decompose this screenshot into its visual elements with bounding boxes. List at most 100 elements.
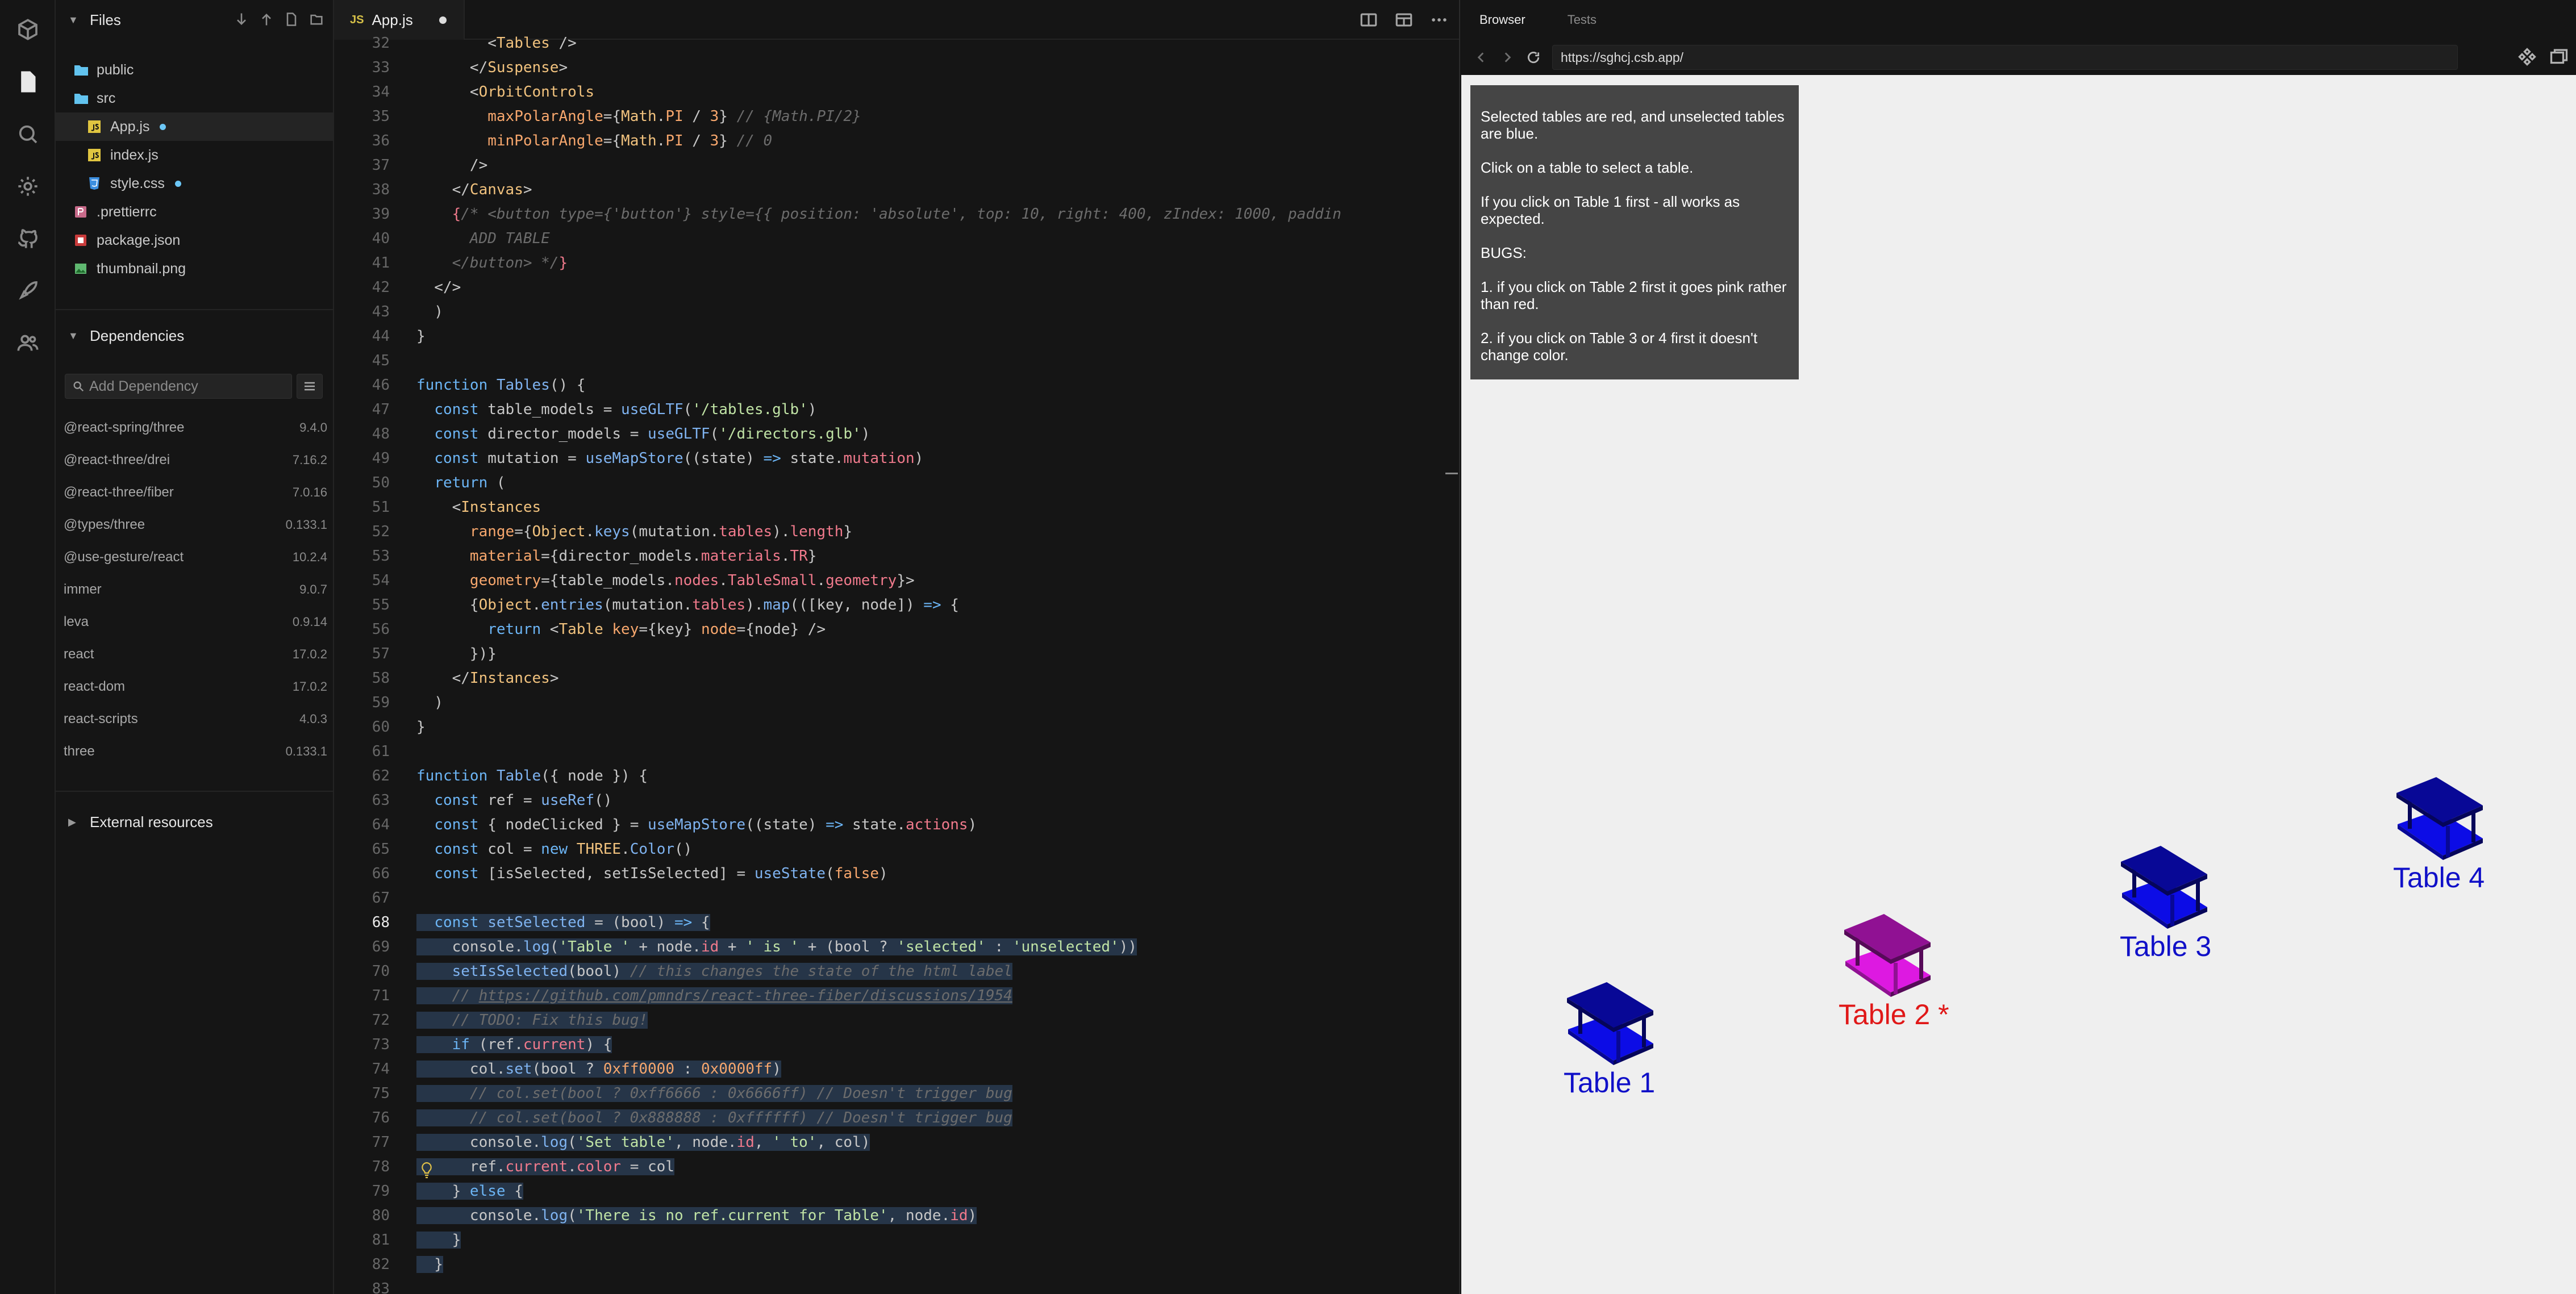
rocket-icon[interactable]: [14, 277, 41, 304]
code-line: 39 {/* <button type={'button'} style={{ …: [372, 206, 1341, 223]
external-resources-section-header[interactable]: ▶ External resources: [56, 803, 334, 841]
current-line-number: 68: [372, 914, 390, 931]
code-area[interactable]: 32 <Tables /> 33 </Suspense> 34 <OrbitCo…: [334, 35, 1459, 1294]
code-line: 45: [372, 352, 390, 369]
divider: [56, 791, 334, 792]
tree-item-label: public: [97, 61, 134, 78]
dependency-item[interactable]: react-dom 17.0.2: [64, 673, 327, 701]
js-file-icon: [87, 148, 102, 162]
modified-indicator: [174, 180, 181, 187]
list-icon: [305, 382, 315, 391]
code-line: 53 material={director_models.materials.T…: [372, 548, 817, 565]
open-in-new-window-icon[interactable]: [2549, 47, 2569, 67]
dependency-item[interactable]: three 0.133.1: [64, 737, 327, 766]
lightbulb-icon[interactable]: [420, 1162, 433, 1179]
download-icon[interactable]: [234, 11, 249, 27]
search-icon[interactable]: [14, 120, 41, 148]
scrollbar-marker[interactable]: [1445, 473, 1458, 474]
tree-item-thumbnail-png[interactable]: thumbnail.png: [56, 254, 334, 283]
split-view-icon[interactable]: [1359, 10, 1378, 30]
unsaved-indicator[interactable]: [439, 16, 447, 24]
sandbox-icon[interactable]: [14, 16, 41, 43]
tab-browser[interactable]: Browser: [1479, 12, 1525, 27]
dependency-name: react-dom: [64, 679, 126, 694]
tab-label: App.js: [372, 11, 413, 28]
code-line: 79 } else {: [372, 1183, 523, 1200]
new-folder-icon[interactable]: [309, 11, 324, 27]
code-line: 58 </Instances>: [372, 670, 559, 687]
dependency-item[interactable]: @react-three/fiber 7.0.16: [64, 478, 327, 507]
files-section-header[interactable]: ▼ Files: [56, 1, 334, 39]
code-line: 33 </Suspense>: [372, 59, 568, 76]
dependency-item[interactable]: @types/three 0.133.1: [64, 511, 327, 539]
dependency-item[interactable]: @react-spring/three 9.4.0: [64, 414, 327, 442]
code-line: 50 return (: [372, 474, 506, 491]
dependency-name: @use-gesture/react: [64, 549, 184, 565]
reload-icon[interactable]: [1524, 48, 1543, 67]
dependency-name: three: [64, 744, 95, 759]
dependency-item[interactable]: immer 9.0.7: [64, 575, 327, 604]
code-line: 40 ADD TABLE: [372, 230, 550, 247]
dependency-name: react: [64, 646, 94, 662]
table-3-model[interactable]: [2116, 839, 2213, 930]
tree-item-package-json[interactable]: package.json: [56, 226, 334, 254]
devtools-icon[interactable]: [2517, 47, 2537, 67]
back-icon[interactable]: [1472, 48, 1491, 67]
tree-item-app-js[interactable]: App.js: [56, 112, 334, 141]
browser-viewport[interactable]: Selected tables are red, and unselected …: [1461, 75, 2576, 1294]
dependency-item[interactable]: leva 0.9.14: [64, 608, 327, 636]
table-1-label[interactable]: Table 1: [1564, 1066, 1655, 1099]
tab-tests[interactable]: Tests: [1568, 12, 1597, 27]
code-line: 74 col.set(bool ? 0xff0000 : 0x0000ff): [372, 1061, 781, 1078]
url-input[interactable]: [1561, 49, 2447, 65]
github-icon[interactable]: [14, 225, 41, 252]
tree-item-src[interactable]: src: [56, 84, 334, 112]
tree-item-style-css[interactable]: style.css: [56, 169, 334, 198]
gear-icon[interactable]: [14, 173, 41, 200]
table-2-label[interactable]: Table 2 *: [1839, 998, 1949, 1031]
info-text: 2. if you click on Table 3 or 4 first it…: [1481, 329, 1758, 364]
code-line: 48 const director_models = useGLTF('/dir…: [372, 425, 870, 443]
table-leg: [1894, 963, 1898, 994]
table-4-label[interactable]: Table 4: [2393, 861, 2485, 894]
dependency-item[interactable]: @react-three/drei 7.16.2: [64, 446, 327, 474]
tree-item-label: package.json: [97, 232, 181, 248]
code-line: 37 />: [372, 157, 488, 174]
code-line: 32 <Tables />: [372, 35, 577, 52]
dependencies-section-header[interactable]: ▼ Dependencies: [56, 317, 334, 354]
users-icon[interactable]: [14, 329, 41, 357]
add-dependency-input[interactable]: [89, 378, 282, 395]
tree-item-label: .prettierrc: [97, 203, 157, 220]
table-leg: [1642, 1016, 1646, 1047]
dependency-version: 9.0.7: [299, 582, 327, 596]
code-line: 42 </>: [372, 279, 461, 296]
new-file-icon[interactable]: [284, 11, 299, 27]
table-1-model[interactable]: [1562, 975, 1659, 1066]
tree-item-public[interactable]: public: [56, 56, 334, 84]
files-icon[interactable]: [14, 68, 41, 95]
prettier-file-icon: [74, 205, 89, 219]
upload-icon[interactable]: [259, 11, 274, 27]
add-dependency-field[interactable]: [65, 374, 292, 399]
table-2-model[interactable]: [1840, 907, 1936, 998]
browser-address-bar: [1460, 40, 2576, 75]
url-field[interactable]: [1552, 45, 2458, 70]
dependency-item[interactable]: react 17.0.2: [64, 640, 327, 669]
info-text: 1. if you click on Table 2 first it goes…: [1481, 278, 1787, 312]
tab-app-js[interactable]: JS App.js: [334, 0, 465, 40]
dependency-version: 9.4.0: [299, 420, 327, 435]
more-icon[interactable]: [1429, 10, 1449, 30]
dependencies-title: Dependencies: [90, 327, 185, 344]
tree-item-prettierrc[interactable]: .prettierrc: [56, 198, 334, 226]
dependency-list-button[interactable]: [297, 374, 323, 399]
code-line: 59 ): [372, 694, 443, 711]
dependency-item[interactable]: react-scripts 4.0.3: [64, 705, 327, 733]
table-3-label[interactable]: Table 3: [2120, 930, 2211, 963]
dependency-item[interactable]: @use-gesture/react 10.2.4: [64, 543, 327, 571]
tree-item-index-js[interactable]: index.js: [56, 141, 334, 169]
forward-icon[interactable]: [1498, 48, 1517, 67]
code-line: 61: [372, 743, 390, 760]
code-line: 65 const col = new THREE.Color(): [372, 841, 693, 858]
table-4-model[interactable]: [2392, 770, 2489, 861]
layout-icon[interactable]: [1394, 10, 1414, 30]
